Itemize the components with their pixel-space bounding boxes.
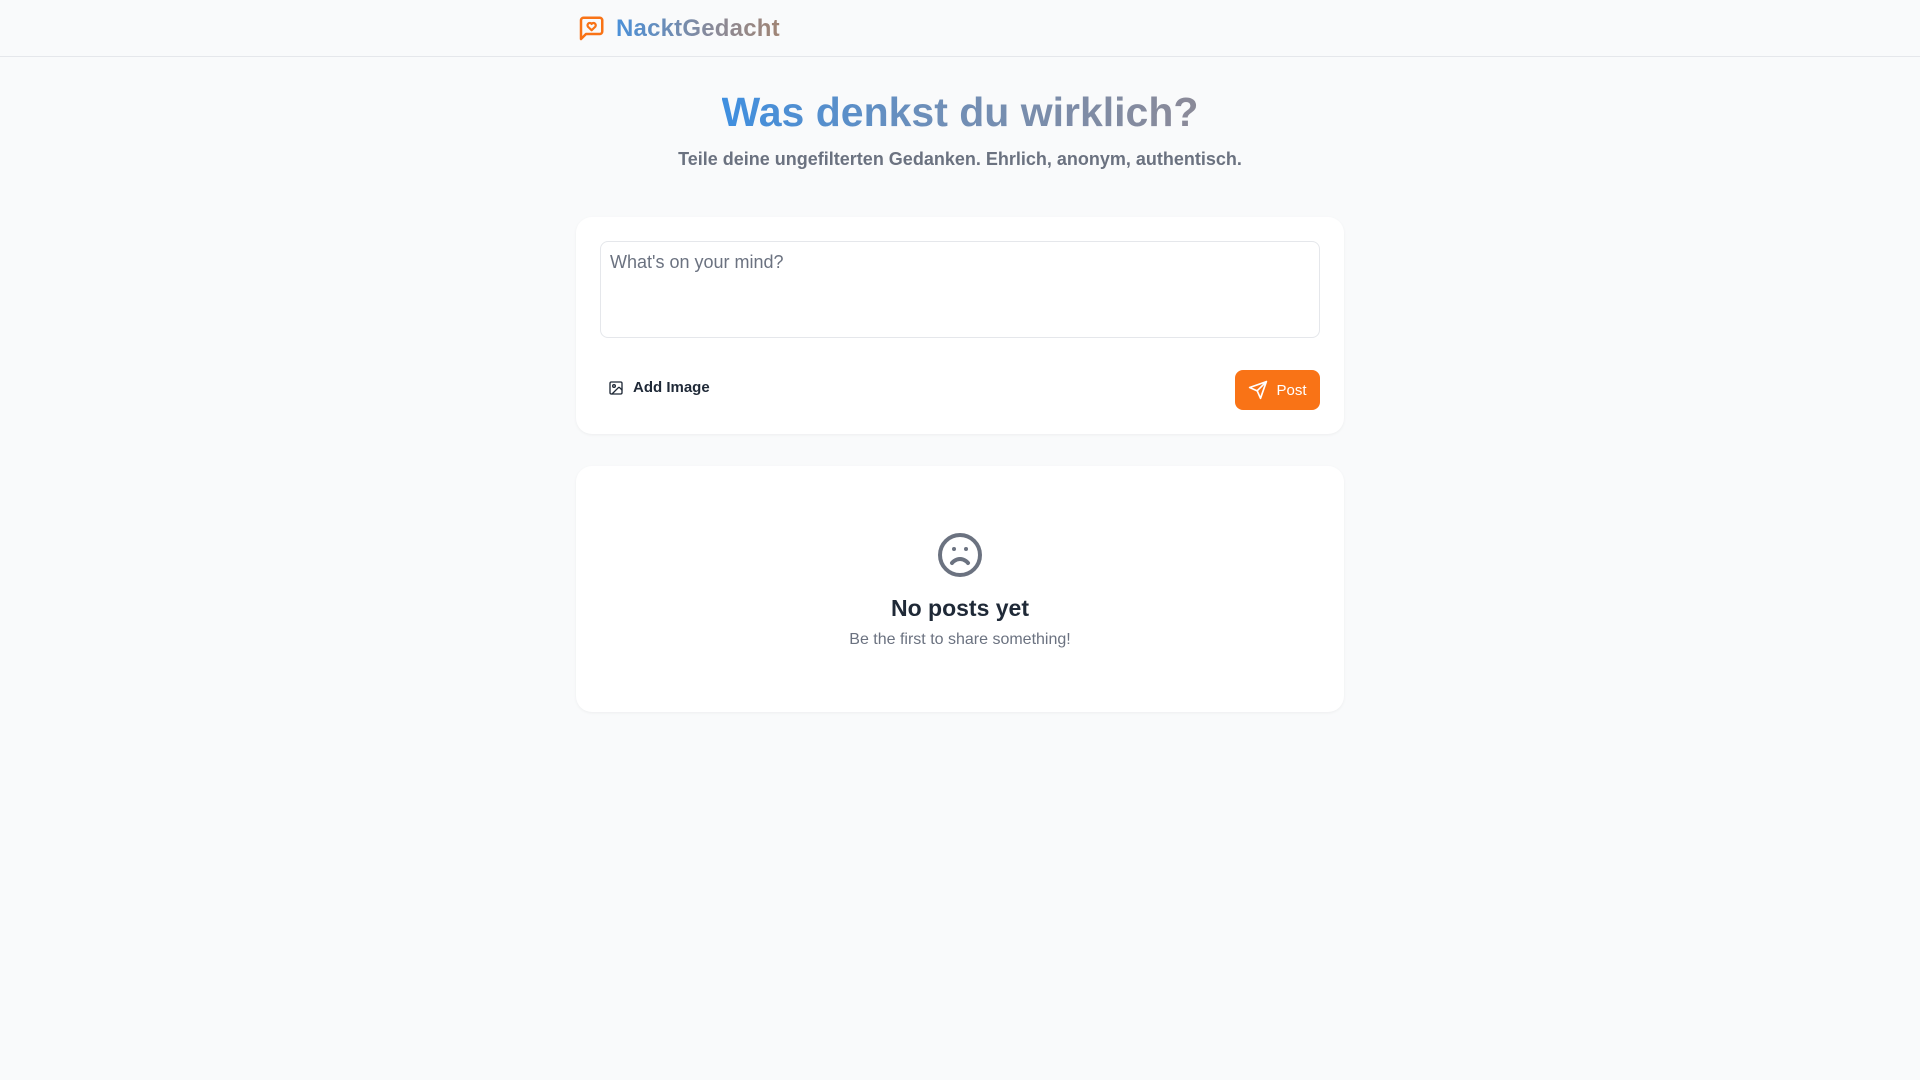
page-title: Was denkst du wirklich? [722,84,1199,140]
message-heart-icon [579,16,604,41]
top-bar: NacktGedacht [0,0,1920,57]
empty-state-title: No posts yet [890,595,1030,621]
post-text-input[interactable] [600,241,1320,338]
post-button[interactable]: Post [1235,370,1320,410]
send-icon [1249,380,1268,400]
hero-section: Was denkst du wirklich? Teile deine unge… [0,84,1920,172]
empty-state-subtitle: Be the first to share something! [849,631,1071,648]
image-icon [609,380,623,395]
brand-logo-link[interactable]: NacktGedacht [576,12,780,46]
post-button-label: Post [1276,381,1307,399]
empty-feed-card: No posts yet Be the first to share somet… [576,466,1344,712]
sad-face-icon [938,533,982,577]
page-subtitle: Teile deine ungefilterten Gedanken. Ehrl… [678,149,1242,169]
brand-name: NacktGedacht [616,15,780,42]
add-image-label: Add Image [633,379,710,396]
add-image-button[interactable]: Add Image [600,373,718,402]
